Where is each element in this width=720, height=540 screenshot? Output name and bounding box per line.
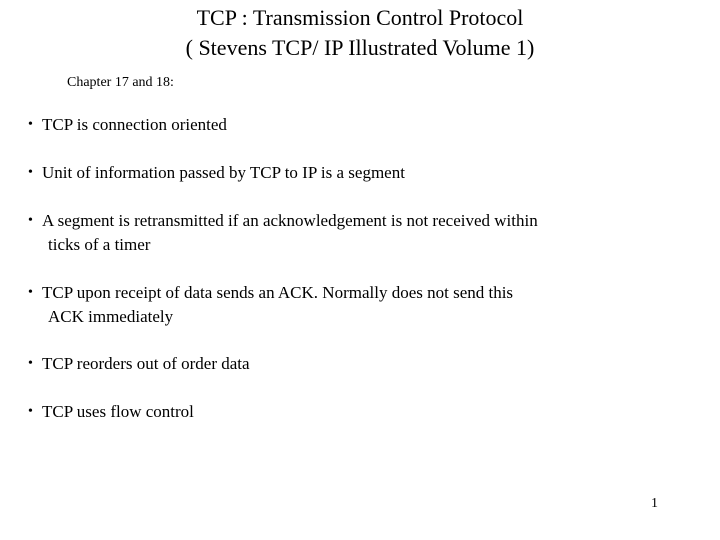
bullet-item: • TCP uses flow control — [28, 400, 194, 424]
bullet-text: TCP is connection oriented — [42, 113, 227, 137]
bullet-icon: • — [28, 213, 33, 228]
page-number: 1 — [651, 496, 658, 511]
bullet-line-1: TCP reorders out of order data — [42, 354, 250, 373]
bullet-line-1: TCP is connection oriented — [42, 115, 227, 134]
bullet-icon: • — [28, 165, 33, 180]
title-line-2: ( Stevens TCP/ IP Illustrated Volume 1) — [185, 35, 535, 60]
bullet-icon: • — [28, 404, 33, 419]
bullet-text: TCP upon receipt of data sends an ACK. N… — [42, 281, 513, 329]
bullet-line-2: ticks of a timer — [48, 235, 151, 254]
slide-title: TCP : Transmission Control Protocol ( St… — [0, 3, 720, 63]
bullet-item: • TCP reorders out of order data — [28, 352, 250, 376]
bullet-line-1: TCP upon receipt of data sends an ACK. N… — [42, 283, 514, 302]
bullet-line-1: TCP uses flow control — [42, 402, 194, 421]
chapter-subtitle: Chapter 17 and 18: — [67, 75, 174, 90]
bullet-icon: • — [28, 356, 33, 371]
bullet-icon: • — [28, 285, 33, 300]
bullet-item: • A segment is retransmitted if an ackno… — [28, 209, 538, 257]
bullet-line-2: ACK immediately — [48, 307, 174, 326]
bullet-item: • Unit of information passed by TCP to I… — [28, 161, 405, 185]
bullet-item: • TCP is connection oriented — [28, 113, 227, 137]
bullet-item: • TCP upon receipt of data sends an ACK.… — [28, 281, 513, 329]
bullet-icon: • — [28, 117, 33, 132]
title-line-1: TCP : Transmission Control Protocol — [196, 5, 524, 30]
bullet-text: TCP reorders out of order data — [42, 352, 250, 376]
bullet-text: Unit of information passed by TCP to IP … — [42, 161, 405, 185]
bullet-line-1: A segment is retransmitted if an acknowl… — [42, 211, 538, 230]
bullet-line-1: Unit of information passed by TCP to IP … — [42, 163, 405, 182]
bullet-text: A segment is retransmitted if an acknowl… — [42, 209, 538, 257]
bullet-text: TCP uses flow control — [42, 400, 194, 424]
